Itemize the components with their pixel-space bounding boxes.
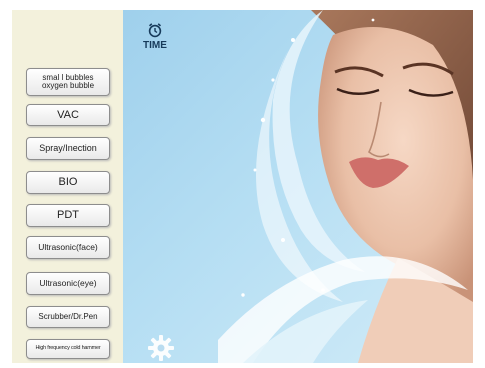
spray-injection-button[interactable]: Spray/Inection (26, 137, 110, 160)
high-frequency-cold-hammer-button[interactable]: High frequency cold hammer (26, 339, 110, 359)
spray-injection-label: Spray/Inection (39, 143, 97, 153)
ultrasonic-eye-label: Ultrasonic(eye) (39, 278, 97, 289)
timer-label: TIME (143, 40, 167, 51)
pdt-label: PDT (57, 209, 79, 221)
timer-control[interactable]: TIME (138, 22, 172, 58)
ultrasonic-face-label: Ultrasonic(face) (38, 242, 98, 253)
pdt-button[interactable]: PDT (26, 204, 110, 227)
small-bubbles-oxygen-button[interactable]: smal l bubbles oxygen bubble (26, 68, 110, 96)
alarm-clock-icon (148, 23, 162, 38)
ultrasonic-face-button[interactable]: Ultrasonic(face) (26, 236, 110, 259)
bio-label: BIO (58, 176, 78, 188)
oxygen-bubble-label: oxygen bubble (41, 81, 95, 90)
face-water-illustration (218, 10, 473, 363)
scrubber-drpen-button[interactable]: Scrubber/Dr.Pen (26, 306, 110, 328)
high-frequency-cold-hammer-label: High frequency cold hammer (35, 345, 101, 352)
app-frame: smal l bubbles oxygen bubble VAC Spray/I… (0, 0, 485, 367)
settings-button[interactable] (146, 333, 176, 363)
ultrasonic-eye-button[interactable]: Ultrasonic(eye) (26, 272, 110, 295)
scrubber-drpen-label: Scrubber/Dr.Pen (38, 312, 98, 321)
bio-button[interactable]: BIO (26, 171, 110, 194)
vac-label: VAC (57, 108, 79, 121)
vac-button[interactable]: VAC (26, 104, 110, 126)
hero-image (123, 10, 473, 363)
gear-icon (148, 335, 174, 361)
